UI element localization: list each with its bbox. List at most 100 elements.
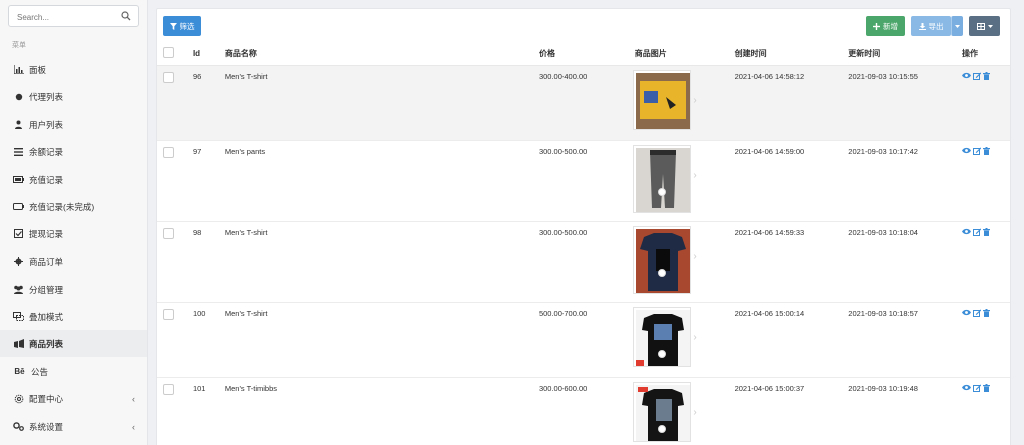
cell-created: 2021-04-06 14:59:00 — [734, 140, 849, 222]
table-row[interactable]: 96 Men's T-shirt 300.00-400.00 › 2021-04… — [157, 65, 1010, 141]
export-button-label: 导出 — [928, 21, 944, 31]
carousel-dot[interactable] — [657, 187, 666, 196]
eye-icon[interactable] — [962, 384, 972, 391]
sidebar-item-announcement[interactable]: Bē 公告 — [0, 358, 147, 385]
sidebar-item-label: 配置中心 — [29, 393, 64, 404]
sidebar-item-users[interactable]: 用户列表 — [0, 111, 147, 138]
cell-updated: 2021-09-03 10:18:57 — [848, 302, 963, 378]
row-checkbox[interactable] — [163, 383, 174, 395]
header-name[interactable]: 商品名称 — [224, 43, 539, 66]
sidebar-item-recharge[interactable]: 充值记录 — [0, 166, 147, 193]
users-icon — [13, 284, 24, 295]
export-button[interactable]: 导出 — [911, 16, 951, 36]
row-actions — [962, 383, 1010, 392]
edit-icon[interactable] — [973, 228, 982, 236]
table-row[interactable]: 97 Men's pants 300.00-500.00 › 2021-04-0… — [157, 140, 1010, 222]
carousel-dot[interactable] — [657, 349, 666, 358]
battery-icon — [13, 174, 24, 185]
search-box[interactable] — [8, 5, 139, 27]
cell-updated: 2021-09-03 10:17:42 — [848, 140, 963, 222]
cell-created: 2021-04-06 15:00:37 — [734, 377, 849, 445]
trash-icon[interactable] — [983, 146, 991, 155]
header-updated[interactable]: 更新时间 — [848, 43, 963, 66]
settings-icon — [13, 393, 24, 404]
sidebar-item-balance[interactable]: 余额记录 — [0, 138, 147, 165]
sidebar-item-label: 余额记录 — [29, 146, 64, 157]
row-checkbox[interactable] — [163, 146, 174, 158]
sidebar-item-label: 提现记录 — [29, 228, 64, 239]
cell-price: 300.00-400.00 — [538, 65, 635, 141]
chevron-left-icon: ‹ — [132, 422, 135, 432]
table-icon — [976, 22, 985, 30]
sidebar-item-system[interactable]: 系统设置 ‹ — [0, 413, 147, 440]
trash-icon[interactable] — [983, 383, 991, 392]
add-button[interactable]: 新增 — [866, 16, 905, 36]
chevron-right-icon[interactable]: › — [693, 95, 696, 106]
menu-title: 菜单 — [12, 42, 26, 49]
sidebar-item-products[interactable]: 商品列表 — [0, 330, 147, 357]
sidebar-item-withdraw[interactable]: 提现记录 — [0, 220, 147, 247]
product-image[interactable]: › — [632, 69, 697, 130]
eye-icon[interactable] — [962, 228, 972, 235]
table-row[interactable]: 101 Men's T-timibbs 300.00-600.00 › 2021… — [157, 377, 1010, 445]
carousel-dot[interactable] — [657, 268, 666, 277]
cell-name: Men's T-shirt — [224, 302, 539, 378]
cell-id: 101 — [192, 377, 225, 445]
product-image[interactable]: › — [632, 381, 697, 442]
battery-empty-icon — [13, 201, 24, 212]
select-all-cell — [157, 43, 193, 66]
clone-icon — [13, 311, 24, 322]
sidebar-item-label: 分组管理 — [29, 284, 64, 295]
row-checkbox[interactable] — [163, 71, 174, 83]
cell-name: Men's T-timibbs — [224, 377, 539, 445]
eye-icon[interactable] — [962, 309, 972, 316]
product-image[interactable]: › — [632, 144, 697, 213]
header-price[interactable]: 价格 — [538, 43, 635, 66]
sidebar-item-dashboard[interactable]: 面板 — [0, 56, 147, 83]
chevron-right-icon[interactable]: › — [693, 332, 696, 343]
sidebar-item-label: 面板 — [29, 64, 47, 75]
product-image[interactable]: › — [632, 306, 697, 367]
cell-name: Men's T-shirt — [224, 221, 539, 303]
caret-down-icon — [987, 24, 993, 28]
sidebar-item-groups[interactable]: 分组管理 — [0, 276, 147, 303]
sidebar-item-recharge-pending[interactable]: 充值记录(未完成) — [0, 193, 147, 220]
sidebar-item-overlay[interactable]: 叠加模式 — [0, 303, 147, 330]
edit-icon[interactable] — [973, 309, 982, 317]
chevron-right-icon[interactable]: › — [693, 170, 696, 181]
search-icon[interactable] — [121, 11, 131, 21]
edit-icon[interactable] — [973, 72, 982, 80]
cell-price: 300.00-500.00 — [538, 221, 635, 303]
row-checkbox[interactable] — [163, 227, 174, 239]
filter-button[interactable]: 筛选 — [163, 16, 201, 36]
sidebar-item-orders[interactable]: 商品订单 — [0, 248, 147, 275]
cell-name: Men's pants — [224, 140, 539, 222]
table-row[interactable]: 98 Men's T-shirt 300.00-500.00 › 2021-04… — [157, 221, 1010, 303]
sidebar-item-agents[interactable]: 代理列表 — [0, 83, 147, 110]
export-dropdown-toggle[interactable] — [951, 16, 963, 36]
carousel-dot[interactable] — [657, 424, 666, 433]
search-input[interactable] — [17, 11, 122, 23]
chevron-right-icon[interactable]: › — [693, 251, 696, 262]
trash-icon[interactable] — [983, 227, 991, 236]
select-all-checkbox[interactable] — [163, 47, 174, 59]
header-created[interactable]: 创建时间 — [734, 43, 849, 66]
main-panel: 筛选 新增 导出 Id 商品名称 价格 商品图片 创建时间 更新时间 操作 96… — [156, 8, 1011, 445]
chevron-right-icon[interactable]: › — [693, 407, 696, 418]
columns-toggle-button[interactable] — [969, 16, 1000, 36]
trash-icon[interactable] — [983, 71, 991, 80]
edit-icon[interactable] — [973, 147, 982, 155]
row-checkbox[interactable] — [163, 308, 174, 320]
cell-updated: 2021-09-03 10:19:48 — [848, 377, 963, 445]
user-icon — [13, 119, 24, 130]
sidebar-item-label: 代理列表 — [29, 91, 64, 102]
header-id[interactable]: Id — [192, 43, 225, 66]
product-image[interactable]: › — [632, 225, 697, 294]
checkbox-icon — [13, 228, 24, 239]
table-row[interactable]: 100 Men's T-shirt 500.00-700.00 › 2021-0… — [157, 302, 1010, 378]
eye-icon[interactable] — [962, 147, 972, 154]
sidebar-item-config[interactable]: 配置中心 ‹ — [0, 385, 147, 412]
edit-icon[interactable] — [973, 384, 982, 392]
eye-icon[interactable] — [962, 72, 972, 79]
trash-icon[interactable] — [983, 308, 991, 317]
